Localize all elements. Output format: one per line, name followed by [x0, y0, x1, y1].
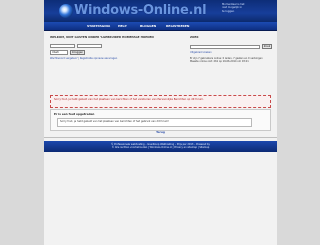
login-button[interactable]: Inloggen: [70, 50, 85, 55]
error-message-box: Sorry fout, je hebt gebeld van het plaat…: [50, 95, 271, 108]
windows-logo-icon[interactable]: [59, 4, 73, 18]
remember-link[interactable]: Wachtwoord vergeten? | Registratie opnie…: [50, 57, 117, 60]
panel-title: Er is een fout opgetreden: [54, 112, 95, 116]
online-stats: Er zijn 7 gebruikers online: 0 leden, 7 …: [190, 57, 275, 64]
footer-line: © Alle rechten voorbehouden | Windows-On…: [111, 146, 210, 150]
stats-line: Meeste online ooit: 261 op 19-06-2014 om…: [190, 60, 249, 64]
login-title: WELKOM, UNIT GASTEN ONDER Y-GEBRUIKER HO…: [50, 35, 154, 39]
site-logo-text[interactable]: Windows-Online.nl: [74, 3, 207, 18]
header-info: Momenteel is het niet mogelijk in te log…: [222, 3, 274, 13]
panel-message-text: Sorry fout, je hebt gebeld van het plaat…: [60, 120, 170, 123]
nav-registreren[interactable]: REGISTREREN: [166, 24, 189, 28]
password-input[interactable]: [77, 44, 102, 48]
nav-help[interactable]: HELP: [118, 24, 127, 28]
search-button[interactable]: Zoek: [262, 44, 272, 49]
error-message: Sorry fout, je hebt gebeld van het plaat…: [54, 98, 204, 101]
nav-bloggen[interactable]: BLOGGEN: [140, 24, 156, 28]
nav-startpagina[interactable]: STARTPAGINA: [87, 24, 110, 28]
advanced-search-link[interactable]: Uitgebreid zoeken: [190, 51, 212, 54]
site-header: Windows-Online.nl Momenteel is het niet …: [44, 0, 277, 22]
divider: [44, 137, 277, 138]
search-title: ZOEK: [190, 35, 199, 39]
panel-message: Sorry fout, je hebt gebeld van het plaat…: [57, 118, 252, 127]
username-input[interactable]: [50, 44, 75, 48]
header-info-line: te loggen: [222, 9, 235, 13]
page: Windows-Online.nl Momenteel is het niet …: [44, 0, 277, 245]
footer-text: © Professionele webhosting – Goedkoop We…: [44, 143, 277, 149]
main-nav: STARTPAGINA HELP BLOGGEN REGISTREREN: [44, 22, 277, 31]
login-select[interactable]: Ubeti: [50, 50, 68, 55]
search-input[interactable]: [190, 45, 260, 49]
site-footer: © Professionele webhosting – Goedkoop We…: [44, 141, 277, 152]
info-panel: Er is een fout opgetreden Sorry fout, je…: [50, 109, 271, 131]
back-link[interactable]: Terug: [44, 130, 277, 134]
